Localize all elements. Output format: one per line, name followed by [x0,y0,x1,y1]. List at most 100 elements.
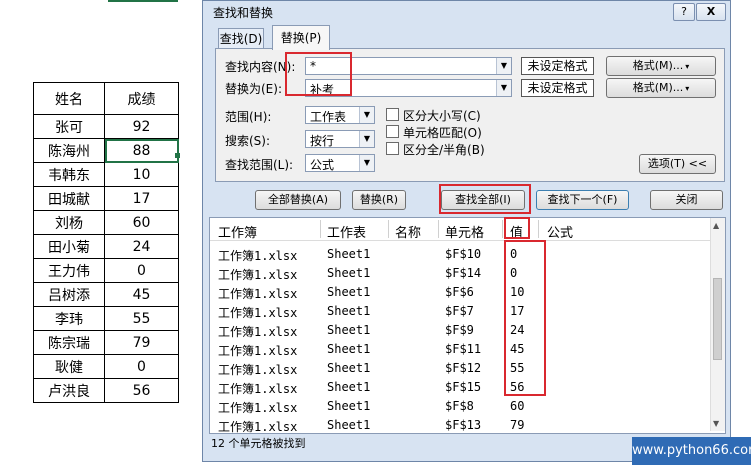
watermark: www.python66.com [632,437,751,465]
search-order-value: 按行 [310,134,335,148]
cell-score[interactable]: 92 [104,114,179,139]
dialog-titlebar[interactable]: 查找和替换 ? X [203,1,730,23]
search-order-select[interactable]: 按行 ▼ [305,130,375,148]
col-sheet[interactable]: 工作表 [327,222,366,241]
replace-format-button[interactable]: 格式(M)... ▾ [606,78,716,98]
chevron-down-icon[interactable]: ▼ [496,58,511,74]
cell-name[interactable]: 韦韩东 [33,162,105,187]
replace-button[interactable]: 替换(R) [352,190,406,210]
result-sheet: Sheet1 [327,285,371,299]
chevron-down-icon[interactable]: ▼ [359,155,374,171]
scope-select[interactable]: 工作表 ▼ [305,106,375,124]
result-value: 60 [510,399,525,413]
cell-score[interactable]: 79 [104,330,179,355]
cell-name[interactable]: 陈宗瑞 [33,330,105,355]
result-workbook: 工作簿1.xlsx [218,325,298,339]
tab-find[interactable]: 查找(D) [218,28,264,49]
table-header-row: 姓名 成绩 [33,82,179,115]
cell-name[interactable]: 李玮 [33,306,105,331]
cell-name[interactable]: 张可 [33,114,105,139]
result-sheet: Sheet1 [327,247,371,261]
cell-score-selected[interactable]: 88 [104,138,179,163]
header-score[interactable]: 成绩 [104,82,179,115]
cell-score[interactable]: 0 [104,258,179,283]
table-row: 韦韩东 10 [33,162,179,187]
checkbox-icon [386,108,399,121]
results-list[interactable]: 工作簿 工作表 名称 单元格 值 公式 工作簿1.xlsx Sheet1 $F$10… [209,217,726,434]
result-cell: $F$6 [445,285,474,299]
match-case-checkbox[interactable]: 区分大小写(C) [386,107,481,124]
column-divider[interactable] [388,220,389,238]
result-sheet: Sheet1 [327,361,371,375]
cell-score[interactable]: 24 [104,234,179,259]
find-format-preview: 未设定格式 [521,57,594,75]
close-button[interactable]: 关闭 [650,190,723,210]
col-cell[interactable]: 单元格 [445,222,484,241]
look-in-select[interactable]: 公式 ▼ [305,154,375,172]
checkbox-icon [386,142,399,155]
help-button[interactable]: ? [673,3,695,21]
cell-name[interactable]: 王力伟 [33,258,105,283]
result-value: 79 [510,418,525,432]
cell-score[interactable]: 17 [104,186,179,211]
result-cell: $F$12 [445,361,482,375]
col-name[interactable]: 名称 [395,222,421,241]
close-icon[interactable]: X [696,3,726,21]
result-sheet: Sheet1 [327,266,371,280]
scroll-down-icon[interactable]: ▼ [713,419,719,428]
cell-score[interactable]: 60 [104,210,179,235]
cell-name[interactable]: 卢洪良 [33,378,105,403]
result-workbook: 工作簿1.xlsx [218,363,298,377]
result-sheet: Sheet1 [327,342,371,356]
col-formula[interactable]: 公式 [547,222,573,241]
scroll-up-icon[interactable]: ▲ [713,221,719,230]
chevron-down-icon[interactable]: ▼ [359,131,374,147]
result-workbook: 工作簿1.xlsx [218,249,298,263]
cell-score[interactable]: 0 [104,354,179,379]
column-divider[interactable] [538,220,539,238]
table-row: 陈宗瑞 79 [33,330,179,355]
match-case-label: 区分大小写(C) [403,109,481,123]
scrollbar-thumb[interactable] [713,278,722,360]
replace-format-label: 格式(M)... [632,81,684,94]
find-next-button[interactable]: 查找下一个(F) [536,190,629,210]
column-divider[interactable] [502,220,503,238]
active-cell-edge [108,0,178,2]
result-cell: $F$11 [445,342,482,356]
cell-score[interactable]: 10 [104,162,179,187]
header-name[interactable]: 姓名 [33,82,105,115]
result-cell: $F$9 [445,323,474,337]
cell-name[interactable]: 田城献 [33,186,105,211]
cell-score[interactable]: 45 [104,282,179,307]
results-scrollbar[interactable]: ▲ ▼ [710,218,725,431]
cell-name[interactable]: 田小菊 [33,234,105,259]
table-row: 张可 92 [33,114,179,139]
result-cell: $F$7 [445,304,474,318]
find-format-button[interactable]: 格式(M)... ▾ [606,56,716,76]
cell-score[interactable]: 55 [104,306,179,331]
cell-name[interactable]: 陈海州 [33,138,105,163]
column-divider[interactable] [320,220,321,238]
checkbox-icon [386,125,399,138]
options-button[interactable]: 选项(T) << [639,154,716,174]
table-row: 卢洪良 56 [33,378,179,403]
table-row: 田城献 17 [33,186,179,211]
column-divider[interactable] [438,220,439,238]
replace-all-button[interactable]: 全部替换(A) [255,190,341,210]
match-cell-checkbox[interactable]: 单元格匹配(O) [386,124,482,141]
cell-name[interactable]: 耿健 [33,354,105,379]
tab-replace[interactable]: 替换(P) [272,25,330,50]
replace-with-label: 替换为(E): [225,82,282,96]
fill-handle[interactable] [175,153,180,158]
match-width-checkbox[interactable]: 区分全/半角(B) [386,141,485,158]
cell-name[interactable]: 吕树添 [33,282,105,307]
cell-score[interactable]: 56 [104,378,179,403]
cell-name[interactable]: 刘杨 [33,210,105,235]
result-workbook: 工作簿1.xlsx [218,287,298,301]
result-cell: $F$10 [445,247,482,261]
col-workbook[interactable]: 工作簿 [218,222,257,241]
chevron-down-icon[interactable]: ▼ [359,107,374,123]
table-row: 田小菊 24 [33,234,179,259]
chevron-down-icon[interactable]: ▼ [496,80,511,96]
result-workbook: 工作簿1.xlsx [218,268,298,282]
